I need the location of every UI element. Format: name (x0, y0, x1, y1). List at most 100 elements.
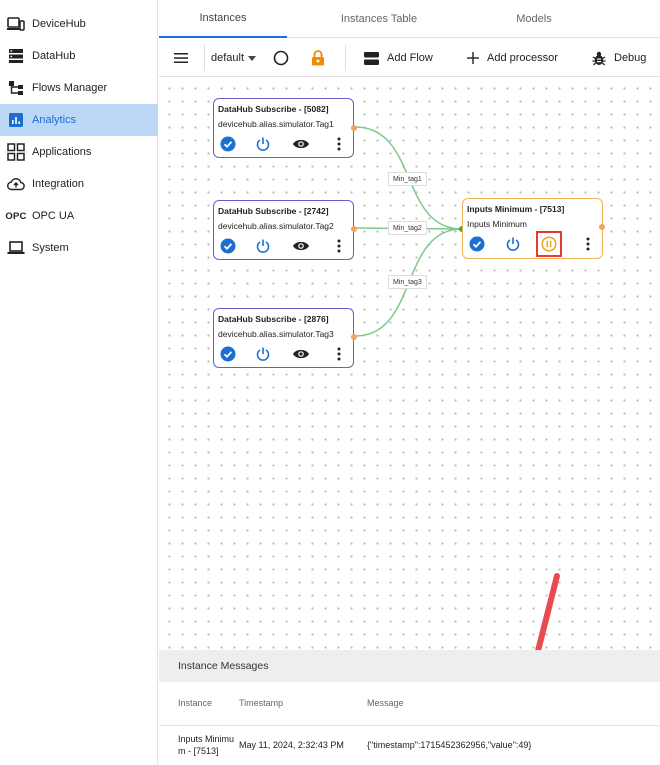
sidebar: DeviceHub DataHub Flows Manager Analytic… (0, 0, 158, 765)
power-icon (256, 239, 270, 253)
status-toggle-button[interactable] (273, 39, 289, 77)
opc-icon: OPC (5, 210, 27, 222)
more-menu-button[interactable] (330, 135, 348, 153)
check-circle-icon (220, 238, 236, 254)
debug-button[interactable]: Debug (592, 39, 646, 77)
sidebar-item-flows-manager[interactable]: Flows Manager (0, 72, 158, 104)
more-menu-button[interactable] (579, 235, 597, 253)
power-icon (256, 137, 270, 151)
sidebar-item-label: Flows Manager (32, 82, 108, 94)
tab-instances[interactable]: Instances (159, 0, 287, 38)
sidebar-item-devicehub[interactable]: DeviceHub (0, 8, 158, 40)
more-menu-button[interactable] (330, 237, 348, 255)
edge-label[interactable]: Min_tag1 (388, 172, 427, 186)
sidebar-item-label: OPC UA (32, 210, 75, 222)
node-datahub-subscribe-5082[interactable]: DataHub Subscribe - [5082] devicehub.ali… (213, 98, 357, 158)
hamburger-icon (173, 52, 189, 64)
laptop-icon (6, 238, 26, 258)
toolbar-divider (345, 45, 346, 71)
table-row[interactable]: Inputs Minimu m - [7513] May 11, 2024, 2… (159, 727, 660, 765)
node-title: Inputs Minimum - [7513] (467, 204, 565, 214)
cell-message: {"timestamp":1715452362956,"value":49} (367, 740, 532, 750)
node-title: DataHub Subscribe - [2876] (218, 314, 329, 324)
add-processor-label: Add processor (487, 52, 558, 64)
flow-select[interactable]: default (211, 39, 257, 77)
plus-icon (467, 52, 479, 64)
sidebar-item-applications[interactable]: Applications (0, 136, 158, 168)
check-circle-icon (469, 236, 485, 252)
sidebar-item-system[interactable]: System (0, 232, 158, 264)
node-subtitle: devicehub.alias.simulator.Tag2 (218, 221, 334, 231)
cloud-upload-icon (6, 174, 26, 194)
sidebar-item-label: DeviceHub (32, 18, 86, 30)
menu-button[interactable] (173, 39, 189, 77)
column-message: Message (367, 698, 404, 708)
add-processor-button[interactable]: Add processor (467, 39, 558, 77)
tab-models[interactable]: Models (471, 0, 597, 38)
add-flow-button[interactable]: Add Flow (364, 39, 433, 77)
cell-instance-line2: m - [7513] (178, 746, 219, 756)
messages-table-header: Instance Timestamp Message (159, 682, 660, 726)
output-port[interactable] (351, 125, 357, 131)
view-button[interactable] (292, 237, 310, 255)
lock-icon (311, 50, 325, 66)
edge-label[interactable]: Min_tag3 (388, 275, 427, 289)
power-button[interactable] (254, 345, 272, 363)
node-inputs-minimum-7513[interactable]: Inputs Minimum - [7513] Inputs Minimum (462, 198, 605, 259)
eye-icon (293, 139, 309, 149)
cell-instance-line1: Inputs Minimu (178, 734, 235, 744)
view-button[interactable] (292, 345, 310, 363)
sidebar-item-opc-ua[interactable]: OPC OPC UA (0, 200, 158, 232)
flow-canvas[interactable]: Min_tag1 Min_tag2 Min_tag3 DataHub Subsc… (159, 78, 660, 650)
eye-icon (293, 349, 309, 359)
view-button[interactable] (292, 135, 310, 153)
sidebar-item-datahub[interactable]: DataHub (0, 40, 158, 72)
add-flow-label: Add Flow (387, 52, 433, 64)
sidebar-item-label: Integration (32, 178, 84, 190)
more-vertical-icon (337, 239, 341, 253)
more-vertical-icon (337, 347, 341, 361)
output-port[interactable] (599, 224, 605, 230)
output-port[interactable] (351, 334, 357, 340)
enable-toggle[interactable] (219, 345, 237, 363)
node-subtitle: Inputs Minimum (467, 219, 527, 229)
sidebar-item-label: Analytics (32, 114, 77, 126)
check-circle-icon (220, 346, 236, 362)
pause-circle-icon (541, 236, 557, 252)
tab-bar: Instances Instances Table Models (159, 0, 660, 38)
cell-timestamp: May 11, 2024, 2:32:43 PM (239, 740, 344, 750)
more-menu-button[interactable] (330, 345, 348, 363)
node-datahub-subscribe-2876[interactable]: DataHub Subscribe - [2876] devicehub.ali… (213, 308, 357, 368)
power-button[interactable] (254, 237, 272, 255)
lock-button[interactable] (311, 39, 325, 77)
eye-icon (293, 241, 309, 251)
edge-label[interactable]: Min_tag2 (388, 221, 427, 235)
circle-icon (273, 50, 289, 66)
node-subtitle: devicehub.alias.simulator.Tag1 (218, 119, 334, 129)
toolbar-divider (204, 45, 205, 71)
enable-toggle[interactable] (468, 235, 486, 253)
column-timestamp: Timestamp (239, 698, 284, 708)
power-button[interactable] (504, 235, 522, 253)
power-icon (506, 237, 520, 251)
sidebar-item-label: Applications (32, 146, 92, 158)
power-icon (256, 347, 270, 361)
tab-instances-table[interactable]: Instances Table (287, 0, 471, 38)
output-port[interactable] (351, 226, 357, 232)
enable-toggle[interactable] (219, 237, 237, 255)
caret-down-icon (248, 55, 257, 61)
node-datahub-subscribe-2742[interactable]: DataHub Subscribe - [2742] devicehub.ali… (213, 200, 357, 260)
devices-icon (6, 14, 26, 34)
node-title: DataHub Subscribe - [2742] (218, 206, 329, 216)
toolbar: default Add Flow Add processor Debug (159, 39, 660, 77)
more-vertical-icon (586, 237, 590, 251)
check-circle-icon (220, 136, 236, 152)
pause-button[interactable] (536, 231, 562, 257)
sidebar-item-analytics[interactable]: Analytics (0, 104, 158, 136)
power-button[interactable] (254, 135, 272, 153)
sidebar-item-integration[interactable]: Integration (0, 168, 158, 200)
apps-grid-icon (6, 142, 26, 162)
enable-toggle[interactable] (219, 135, 237, 153)
flow-tree-icon (6, 78, 26, 98)
analytics-icon (6, 110, 26, 130)
